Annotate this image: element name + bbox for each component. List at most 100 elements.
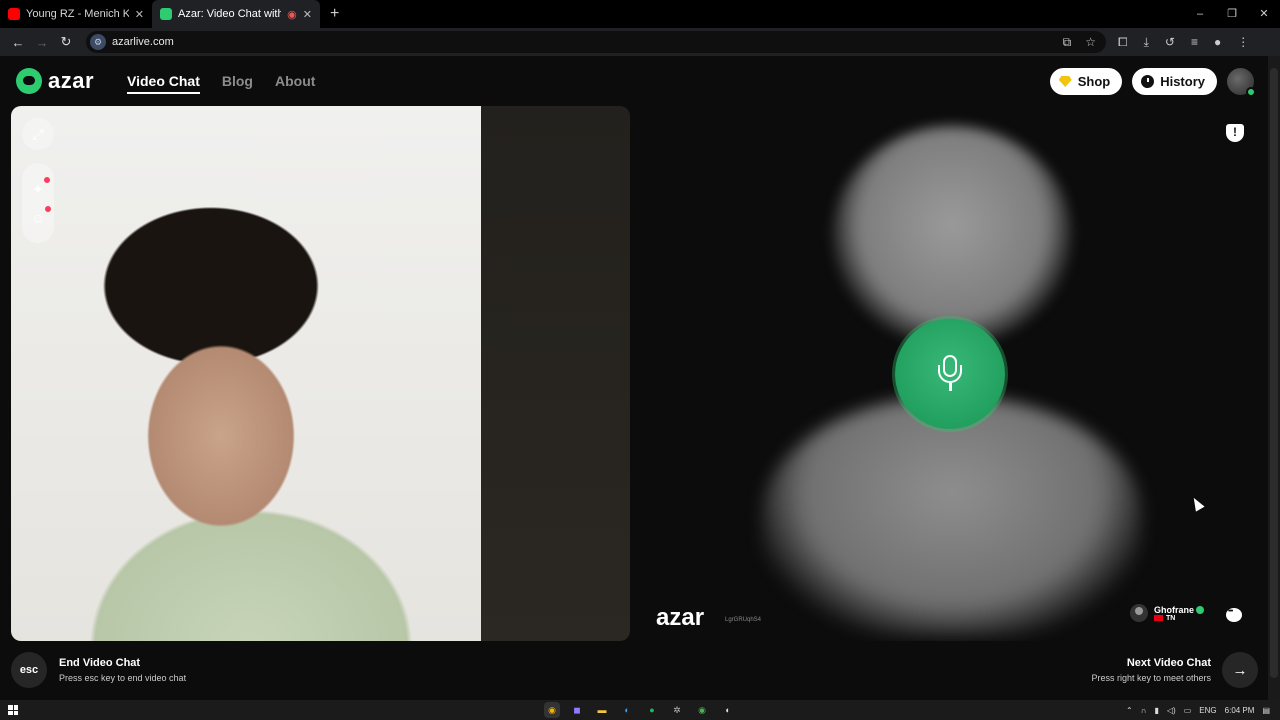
profile-icon[interactable]: ● xyxy=(1214,35,1221,50)
clock-time[interactable]: 6:04 PM xyxy=(1225,706,1255,715)
header-actions: Shop History xyxy=(1049,68,1256,97)
verified-badge-icon xyxy=(1196,606,1205,615)
gem-icon xyxy=(1058,76,1072,87)
azar-favicon-icon xyxy=(160,8,172,20)
chat-bubble-icon[interactable] xyxy=(1226,608,1242,622)
notification-dot xyxy=(45,205,52,212)
language-indicator[interactable]: ENG xyxy=(1199,706,1216,715)
windows-start-icon[interactable] xyxy=(8,705,18,715)
history-button[interactable]: History xyxy=(1132,68,1217,95)
effects-panel: ✦ ☺ xyxy=(22,163,54,243)
site-header: azar Video Chat Blog About Shop History xyxy=(0,56,1268,106)
network-icon[interactable]: ▭ xyxy=(1184,706,1192,715)
download-icon[interactable]: ⤓ xyxy=(1144,35,1149,50)
history-label: History xyxy=(1160,74,1205,89)
back-arrow-icon[interactable]: ← xyxy=(6,35,30,50)
edge-taskbar-icon[interactable]: ◐ xyxy=(619,702,635,718)
peer-profile[interactable]: Ghofrane TN xyxy=(1130,604,1205,622)
next-chat-button[interactable]: → xyxy=(1222,652,1258,688)
page-scrollbar[interactable] xyxy=(1268,56,1280,700)
peer-id: LgrGRUqhS4 xyxy=(725,617,762,623)
media-control-icon[interactable]: ≡ xyxy=(1191,35,1198,50)
peer-avatar-icon xyxy=(1130,604,1148,622)
history-icon[interactable]: ↺ xyxy=(1165,35,1175,50)
browser-toolbar: ← → ↻ ⚙ azarlive.com ⧉ ☆ ⧠ ⤓ ↺ ≡ ● ⋮ xyxy=(0,28,1280,56)
site-info-icon[interactable]: ⚙ xyxy=(90,34,106,50)
discord-taskbar-icon[interactable]: ◼ xyxy=(569,702,585,718)
azar-page: azar Video Chat Blog About Shop History … xyxy=(0,56,1268,700)
reload-icon[interactable]: ↻ xyxy=(54,34,78,50)
volume-icon[interactable]: ◁) xyxy=(1167,706,1176,715)
forward-arrow-icon[interactable]: → xyxy=(30,35,54,50)
mic-tray-icon[interactable]: ▮ xyxy=(1155,706,1159,715)
chrome-taskbar-icon[interactable]: ◉ xyxy=(544,702,560,718)
install-app-icon[interactable]: ⧉ xyxy=(1063,35,1072,50)
close-window-button[interactable]: ✕ xyxy=(1248,0,1280,28)
notification-center-icon[interactable]: ▤ xyxy=(1262,706,1270,715)
peer-silhouette-head xyxy=(832,126,1072,346)
main-nav: Video Chat Blog About xyxy=(127,73,315,94)
spotify-taskbar-icon[interactable]: ● xyxy=(644,702,660,718)
windows-taskbar: ◉ ◼ ▬ ◐ ● ✲ ◉ ◖ ⌃ ∩ ▮ ◁) ▭ ENG 6:04 PM ▤ xyxy=(0,700,1280,720)
expand-icon: ⤢ xyxy=(32,125,44,142)
report-shield-icon[interactable]: ! xyxy=(1226,124,1244,142)
nav-about[interactable]: About xyxy=(275,73,315,94)
tray-chevron-icon[interactable]: ⌃ xyxy=(1126,706,1133,715)
bookmark-star-icon[interactable]: ☆ xyxy=(1085,35,1096,50)
peer-name: Ghofrane xyxy=(1154,604,1195,615)
tab-close-icon[interactable]: ✕ xyxy=(303,8,312,21)
microphone-icon xyxy=(938,355,962,393)
tunisia-flag-icon xyxy=(1154,615,1163,621)
extensions-icon[interactable]: ⧠ xyxy=(1118,35,1128,50)
peer-video-feed: ! azar LgrGRUqhS4 Ghofrane TN xyxy=(642,106,1268,641)
taskbar-apps: ◉ ◼ ▬ ◐ ● ✲ ◉ ◖ xyxy=(544,702,735,718)
browser-tab-youtube[interactable]: Young RZ - Menich Kifek (Offic ✕ xyxy=(0,0,152,28)
headset-icon[interactable]: ∩ xyxy=(1141,706,1147,715)
sparkle-effects-icon[interactable]: ✦ xyxy=(32,176,50,198)
peer-watermark-logo: azar xyxy=(656,604,705,631)
tab-close-icon[interactable]: ✕ xyxy=(135,8,144,21)
recording-icon: ◉ xyxy=(287,8,297,21)
self-video-feed: ⤢ ✦ ☺ xyxy=(11,106,630,641)
next-chat-hint: Press right key to meet others xyxy=(1091,673,1211,683)
clock-icon xyxy=(1141,75,1155,88)
voice-only-mic-indicator xyxy=(895,319,1005,429)
peer-country: TN xyxy=(1166,614,1176,622)
steam-taskbar-icon[interactable]: ✲ xyxy=(669,702,685,718)
new-tab-button[interactable]: + xyxy=(330,5,339,23)
nav-video-chat[interactable]: Video Chat xyxy=(127,73,200,94)
peer-country-row: TN xyxy=(1154,615,1204,622)
tab-title: Young RZ - Menich Kifek (Offic xyxy=(26,8,129,20)
notification-dot xyxy=(43,176,50,183)
peer-silhouette-body xyxy=(762,396,1142,636)
end-chat-hint: Press esc key to end video chat xyxy=(59,673,187,683)
nav-blog[interactable]: Blog xyxy=(222,73,253,94)
shop-label: Shop xyxy=(1077,74,1111,89)
azar-logo-icon xyxy=(16,68,42,94)
browser-tab-azar[interactable]: Azar: Video Chat with New ◉ ✕ xyxy=(152,0,320,28)
minimize-button[interactable]: – xyxy=(1184,0,1216,28)
end-chat-title: End Video Chat xyxy=(59,657,141,669)
user-avatar[interactable] xyxy=(1227,68,1256,97)
system-tray: ⌃ ∩ ▮ ◁) ▭ ENG 6:04 PM ▤ xyxy=(1126,700,1270,720)
azar-logo[interactable]: azar xyxy=(16,68,94,94)
shop-button[interactable]: Shop xyxy=(1049,68,1123,95)
menu-icon[interactable]: ⋮ xyxy=(1237,35,1249,50)
expand-video-button[interactable]: ⤢ xyxy=(22,118,54,150)
next-chat-title: Next Video Chat xyxy=(1126,657,1211,669)
online-status-icon xyxy=(1246,87,1256,97)
logo-text: azar xyxy=(48,68,95,93)
tab-title: Azar: Video Chat with New xyxy=(178,8,282,20)
chrome-profile-taskbar-icon[interactable]: ◉ xyxy=(694,702,710,718)
face-filter-icon[interactable]: ☺ xyxy=(31,205,52,226)
peer-name-row: Ghofrane xyxy=(1154,604,1205,615)
file-explorer-taskbar-icon[interactable]: ▬ xyxy=(594,702,610,718)
browser-tab-strip: Young RZ - Menich Kifek (Offic ✕ Azar: V… xyxy=(0,0,1280,28)
maximize-button[interactable]: ❐ xyxy=(1216,0,1248,28)
scrollbar-thumb[interactable] xyxy=(1270,68,1278,678)
audio-app-taskbar-icon[interactable]: ◖ xyxy=(719,702,735,718)
window-controls: – ❐ ✕ xyxy=(1184,0,1280,28)
end-chat-button[interactable]: esc xyxy=(11,652,47,688)
youtube-favicon-icon xyxy=(8,8,20,20)
address-bar[interactable]: ⚙ azarlive.com ⧉ ☆ xyxy=(86,31,1106,53)
